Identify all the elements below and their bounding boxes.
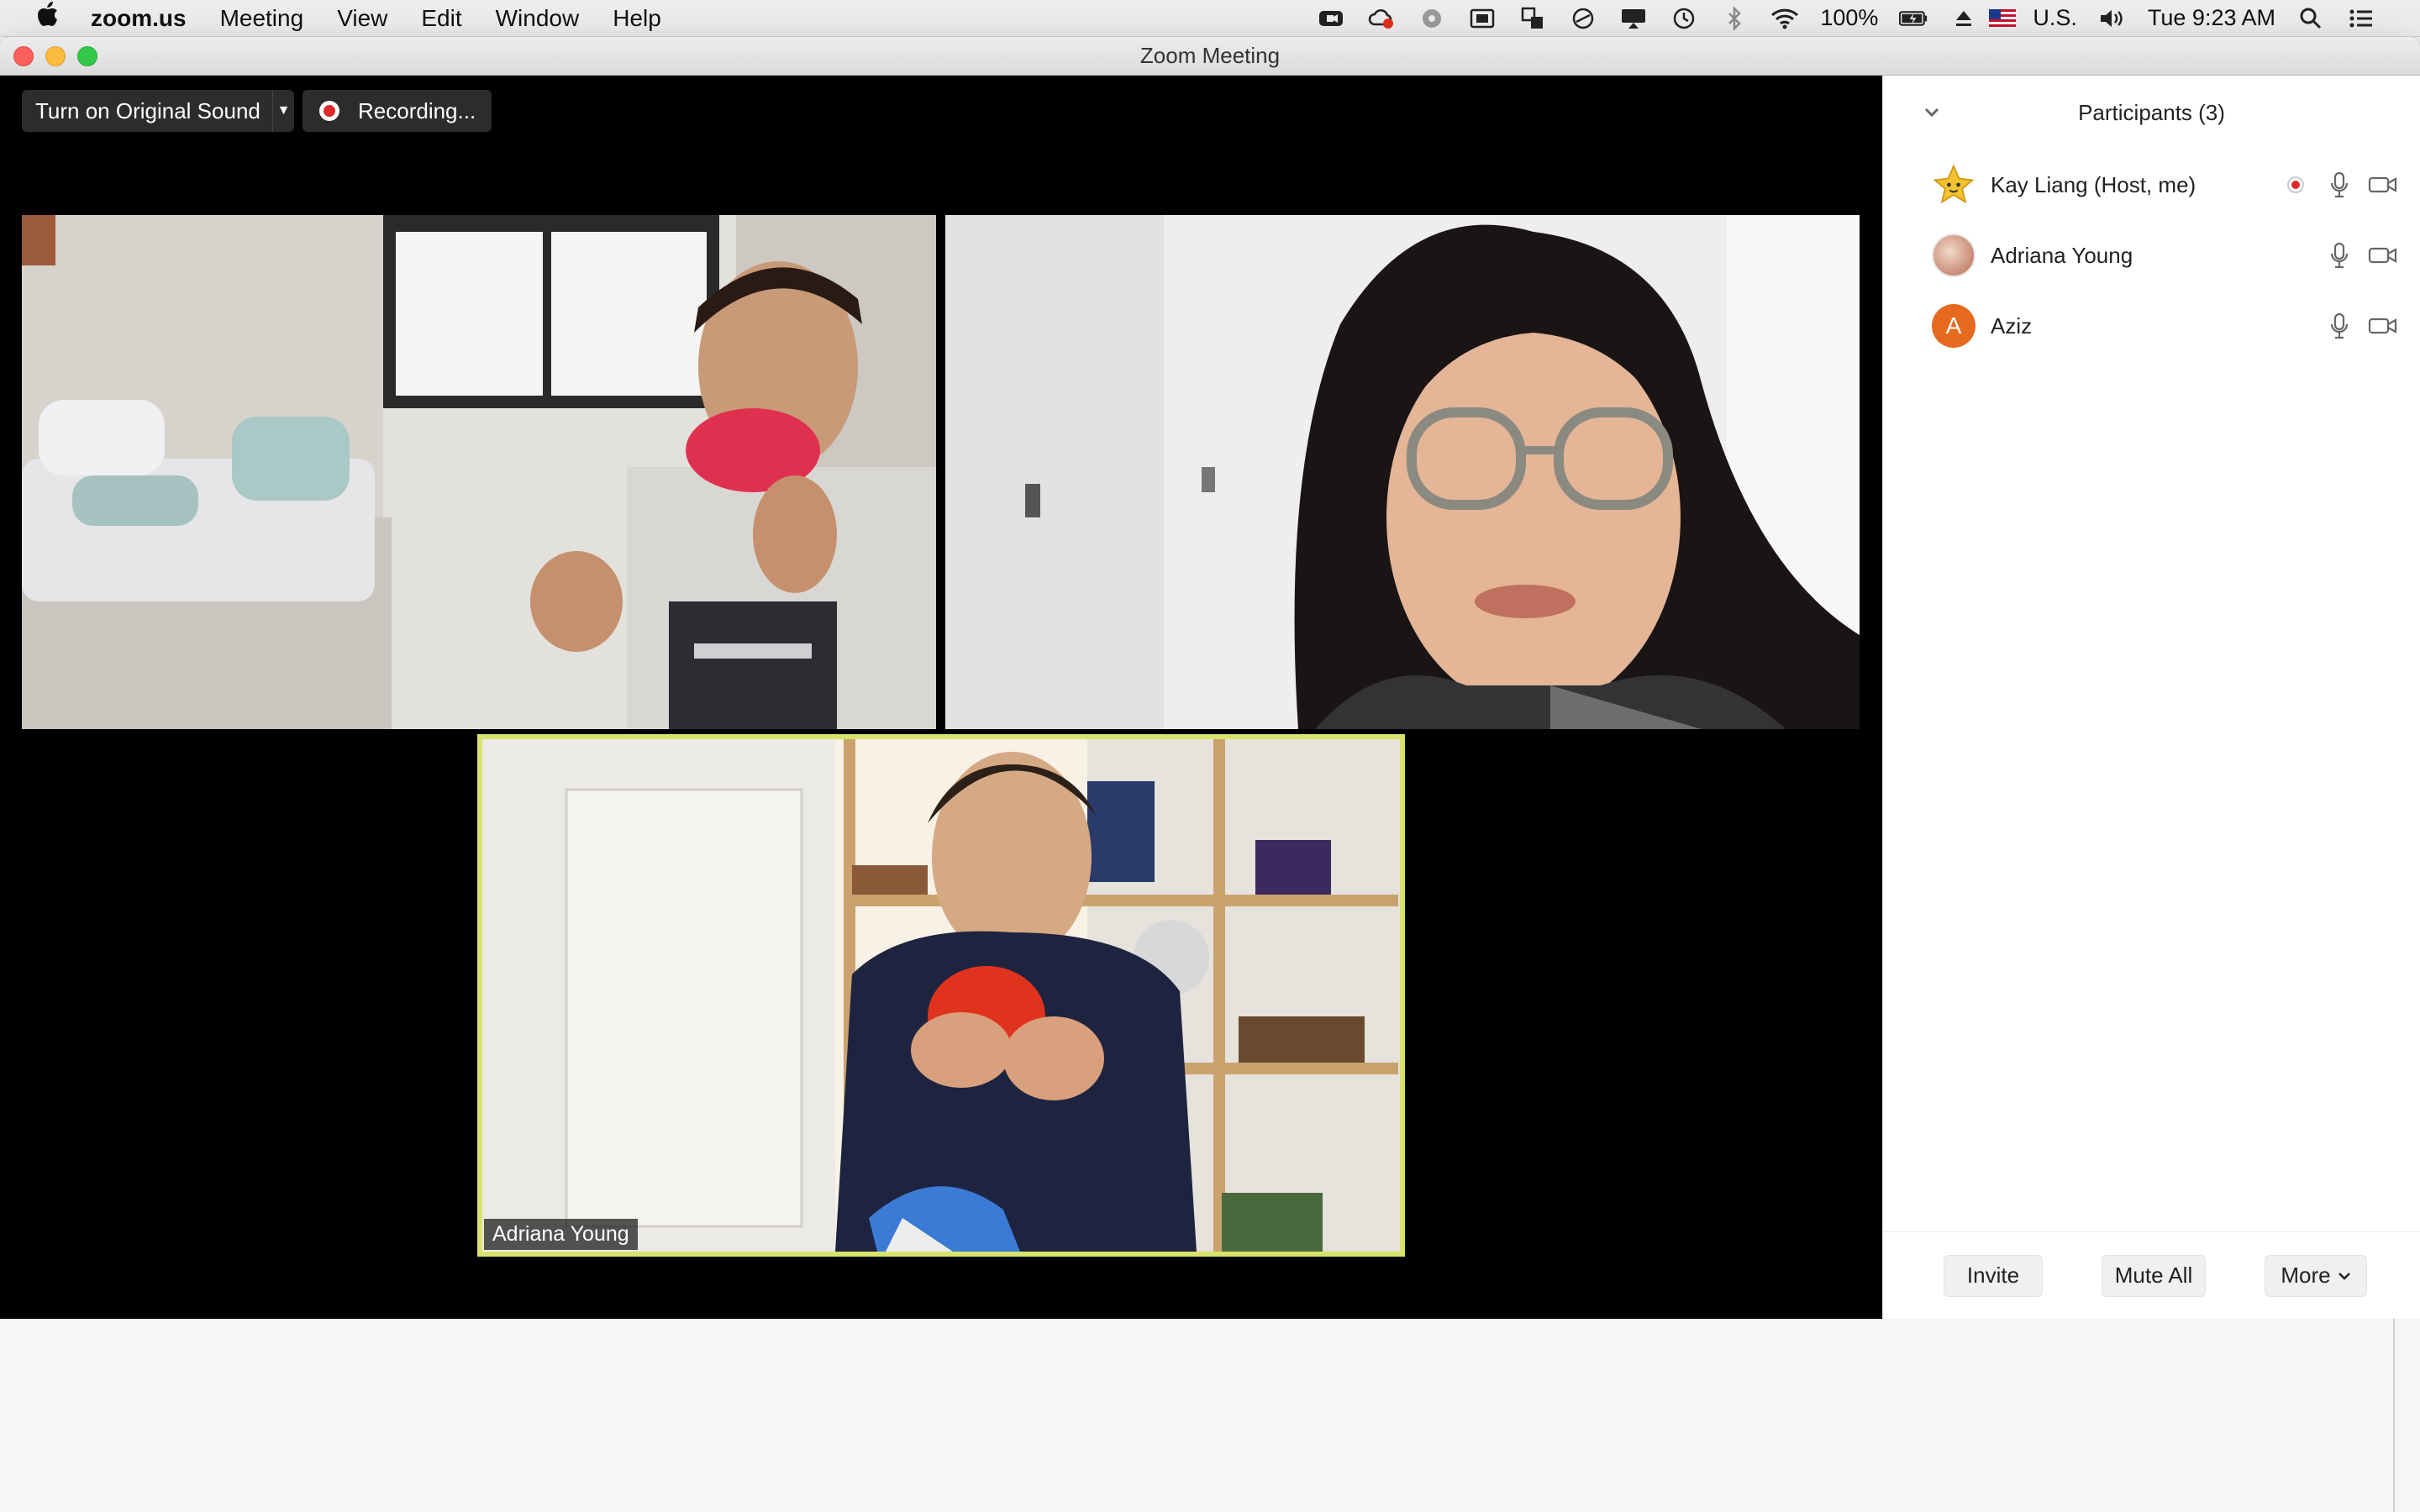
menu-app-zoom[interactable]: zoom.us xyxy=(71,5,203,32)
recording-label: Recording... xyxy=(358,97,476,123)
participant-row-host[interactable]: Kay Liang (Host, me) xyxy=(1883,150,2420,220)
menu-edit[interactable]: Edit xyxy=(404,5,478,32)
chevron-down-icon[interactable]: ▼ xyxy=(272,90,294,132)
battery-icon[interactable] xyxy=(1899,6,1928,31)
participants-title: Participants (3) xyxy=(2078,99,2225,125)
us-flag-icon[interactable] xyxy=(1989,8,2017,28)
participants-panel: Participants (3) Kay Liang (Host, me) Ad… xyxy=(1882,76,2420,1319)
video-tile-participant-2[interactable] xyxy=(945,215,1860,729)
participants-header: Participants (3) xyxy=(1883,76,2420,150)
more-button[interactable]: More xyxy=(2265,1254,2367,1297)
volume-icon[interactable] xyxy=(2098,6,2127,31)
video-camera-icon[interactable] xyxy=(2366,168,2400,202)
microphone-icon[interactable] xyxy=(2323,168,2356,202)
video-camera-icon[interactable] xyxy=(2366,239,2400,272)
menu-meeting[interactable]: Meeting xyxy=(203,5,321,32)
vpn-icon[interactable] xyxy=(1569,6,1597,31)
microphone-icon[interactable] xyxy=(2323,239,2356,272)
eject-icon[interactable] xyxy=(1949,6,1978,31)
airplay-display-icon[interactable] xyxy=(1619,6,1648,31)
collapse-panel-icon[interactable] xyxy=(1920,101,1944,124)
zoom-camera-status-icon[interactable] xyxy=(1317,6,1345,31)
close-window-button[interactable] xyxy=(13,45,34,66)
battery-percent: 100% xyxy=(1820,5,1879,30)
microphone-icon[interactable] xyxy=(2323,309,2356,343)
creative-cloud-icon[interactable] xyxy=(1367,6,1396,31)
notification-center-icon[interactable] xyxy=(2347,6,2375,31)
chevron-down-icon xyxy=(2338,1271,2351,1281)
invite-button[interactable]: Invite xyxy=(1944,1254,2043,1297)
record-icon xyxy=(319,101,339,121)
video-camera-icon[interactable] xyxy=(2366,309,2400,343)
window-title: Zoom Meeting xyxy=(1139,43,1281,68)
fullscreen-window-button[interactable] xyxy=(77,45,97,66)
video-feed-room-wall xyxy=(945,215,1860,729)
video-tile-active-speaker[interactable]: Adriana Young xyxy=(477,734,1405,1257)
minimize-window-button[interactable] xyxy=(45,45,66,66)
input-source-label[interactable]: U.S. xyxy=(2033,5,2077,31)
video-gallery: Turn on Original Sound ▼ Recording... Ad… xyxy=(0,76,1882,1319)
menu-help[interactable]: Help xyxy=(596,5,678,32)
menu-bar: zoom.us Meeting View Edit Window Help 10… xyxy=(0,0,2420,37)
recording-button[interactable]: Recording... xyxy=(302,90,492,132)
screen-share-icon[interactable] xyxy=(1468,6,1497,31)
original-sound-label: Turn on Original Sound xyxy=(35,97,260,123)
participant-name: Adriana Young xyxy=(1991,242,2133,268)
original-sound-button[interactable]: Turn on Original Sound ▼ xyxy=(22,90,294,132)
zoom-meeting-window: Zoom Meeting Turn on Original Sound ▼ Re… xyxy=(0,37,2420,1319)
video-feed-bedroom xyxy=(22,215,936,729)
user-photo-avatar xyxy=(1932,234,1975,277)
more-label: More xyxy=(2281,1263,2331,1288)
participants-footer: Invite Mute All More xyxy=(1883,1231,2420,1319)
participant-name: Kay Liang (Host, me) xyxy=(1991,171,2196,197)
window-manager-icon[interactable] xyxy=(1518,6,1547,31)
background-window-edge xyxy=(2393,1319,2395,1512)
participant-name: Aziz xyxy=(1991,312,2033,339)
bluetooth-icon[interactable] xyxy=(1720,6,1749,31)
window-titlebar[interactable]: Zoom Meeting xyxy=(0,37,2420,76)
mute-all-button[interactable]: Mute All xyxy=(2102,1254,2206,1297)
participant-row-aziz[interactable]: A Aziz xyxy=(1883,291,2420,361)
menubar-clock[interactable]: Tue 9:23 AM xyxy=(2148,5,2275,31)
menu-view[interactable]: View xyxy=(320,5,404,32)
wifi-icon[interactable] xyxy=(1770,6,1799,31)
menu-window[interactable]: Window xyxy=(479,5,597,32)
sync-status-icon[interactable] xyxy=(1418,6,1446,31)
apple-menu-icon[interactable] xyxy=(25,2,71,34)
active-speaker-name-tag: Adriana Young xyxy=(484,1219,638,1250)
star-avatar-icon xyxy=(1932,163,1975,207)
desktop-background xyxy=(0,1319,2420,1512)
time-machine-icon[interactable] xyxy=(1670,6,1698,31)
recording-indicator-icon xyxy=(2279,168,2312,202)
video-feed-shelves xyxy=(482,739,1400,1252)
participant-row-adriana[interactable]: Adriana Young xyxy=(1883,220,2420,291)
video-tile-participant-1[interactable] xyxy=(22,215,936,729)
spotlight-search-icon[interactable] xyxy=(2296,6,2325,31)
letter-avatar: A xyxy=(1932,304,1975,348)
